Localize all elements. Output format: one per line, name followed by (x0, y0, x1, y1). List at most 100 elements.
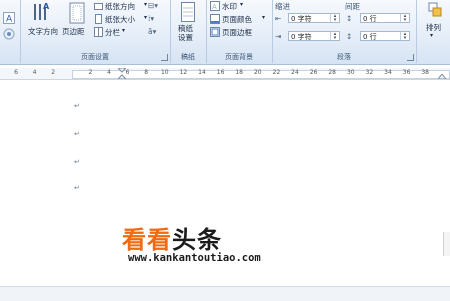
indent-left-value: 0 字符 (291, 15, 312, 23)
page-color-button[interactable]: 页面颜色 ▾ (210, 14, 270, 25)
columns-icon (94, 27, 103, 37)
breaks-icon[interactable]: ⊟▾ (148, 1, 158, 10)
scrollbar-edge[interactable] (443, 232, 450, 256)
indent-marker-icon[interactable] (118, 68, 126, 79)
watermark-icon: A (210, 1, 220, 11)
orientation-label: 纸张方向 (105, 2, 135, 11)
page-background-group-label: 页面背景 (225, 53, 253, 61)
ruler-number: 14 (198, 69, 206, 76)
spinner-arrows-icon[interactable]: ▴ ▾ (400, 14, 409, 23)
site-watermark: 看看头条 www.kankantoutiao.com (122, 226, 261, 264)
paragraph-group: 缩进 间距 ⇤ 0 字符 ▴ ▾ ⇥ 0 字符 ▴ ▾ ↕ 0 行 ▴ ▾ ↕ 0 行… (272, 0, 417, 63)
ruler-number: 32 (365, 69, 374, 76)
dialog-launcher-icon[interactable] (161, 54, 168, 61)
indent-left-icon: ⇤ (275, 14, 282, 23)
ruler-number: 18 (235, 69, 244, 76)
page-borders-icon (210, 27, 220, 37)
styles-group-partial: A (0, 0, 21, 63)
arrange-button[interactable]: 排列 ▾ (420, 2, 448, 46)
svg-text:A: A (212, 3, 217, 11)
dialog-launcher-icon[interactable] (407, 54, 414, 61)
page-setup-group: A 文字方向 页边距 纸张方向 ▾ 纸张大小 ▾ 分栏 ▾ ⊟▾ ⁞▾ ā▾ 页… (20, 0, 171, 63)
indent-left-input[interactable]: 0 字符 ▴ ▾ (288, 13, 340, 23)
status-bar-edge (0, 286, 450, 301)
spacing-before-icon: ↕ (346, 14, 353, 23)
watermark-url: www.kankantoutiao.com (128, 252, 261, 264)
line-numbers-icon[interactable]: ⁞▾ (148, 14, 154, 23)
manuscript-setup-button[interactable]: 稿纸 设置 (174, 2, 202, 46)
arrange-label: 排列 (426, 23, 441, 32)
paragraph-mark: ↵ (74, 102, 80, 110)
ruler-number: 12 (179, 69, 188, 76)
indent-right-icon: ⇥ (275, 32, 282, 41)
font-icon[interactable]: A (3, 12, 15, 24)
chevron-down-icon: ▾ (430, 32, 434, 39)
ruler-number: 22 (272, 69, 281, 76)
chevron-down-icon: ▾ (240, 1, 244, 8)
paragraph-group-label: 段落 (337, 53, 351, 61)
spinner-arrows-icon[interactable]: ▴ ▾ (330, 32, 339, 41)
horizontal-ruler[interactable]: 6 4 2 2 4 6 8 10 12 14 16 18 20 22 24 26 28 30 32 34 36 38 (0, 68, 450, 80)
text-direction-button[interactable]: A 文字方向 (26, 2, 58, 44)
page-color-icon (210, 14, 220, 24)
paragraph-mark: ↵ (74, 184, 80, 192)
ruler-number: 26 (309, 69, 318, 76)
chevron-down-icon: ▾ (262, 14, 266, 21)
ruler-number: 10 (160, 69, 169, 76)
paragraph-mark: ↵ (74, 158, 80, 166)
manuscript-group: 稿纸 设置 稿纸 (170, 0, 207, 63)
watermark-button[interactable]: A 水印 ▾ (210, 1, 270, 12)
spacing-label: 间距 (345, 2, 360, 11)
spinner-arrows-icon[interactable]: ▴ ▾ (330, 14, 339, 23)
paper-size-icon (95, 14, 102, 24)
manuscript-icon (181, 2, 195, 22)
ruler-number: 36 (402, 69, 411, 76)
spacing-after-icon: ↕ (346, 32, 353, 41)
arrange-icon (428, 2, 442, 17)
chevron-down-icon: ▾ (122, 27, 126, 34)
ruler-number: 38 (421, 69, 430, 76)
manuscript-label: 稿纸 设置 (178, 24, 193, 42)
page-borders-button[interactable]: 页面边框 (210, 27, 270, 38)
ruler-number: 24 (291, 69, 299, 76)
manuscript-group-label: 稿纸 (181, 53, 195, 61)
size-label: 纸张大小 (105, 15, 135, 24)
spacing-after-value: 0 行 (363, 33, 377, 41)
watermark-label: 水印 (222, 2, 237, 11)
indent-label: 缩进 (275, 2, 290, 11)
spacing-after-input[interactable]: 0 行 ▴ ▾ (360, 31, 410, 41)
document-page[interactable]: ↵ ↵ ↵ ↵ (0, 80, 450, 300)
watermark-title-orange: 看看 (122, 226, 172, 254)
ruler-number: 34 (384, 69, 392, 76)
theme-icon[interactable] (3, 28, 15, 40)
watermark-title: 看看头条 (122, 226, 261, 254)
margins-button[interactable]: 页边距 (62, 2, 92, 44)
page-background-group: A 水印 ▾ 页面颜色 ▾ 页面边框 页面背景 (206, 0, 273, 63)
chevron-down-icon: ▾ (144, 14, 148, 21)
ribbon: A A 文字方向 页边距 纸张方向 ▾ 纸张大小 ▾ 分栏 ▾ ⊟▾ ⁞▾ ā▾… (0, 0, 450, 65)
svg-text:A: A (6, 15, 13, 25)
ruler-number: 6 (125, 69, 130, 76)
spacing-before-input[interactable]: 0 行 ▴ ▾ (360, 13, 410, 23)
columns-label: 分栏 (105, 28, 120, 37)
hyphenation-icon[interactable]: ā▾ (148, 27, 156, 36)
indent-right-input[interactable]: 0 字符 ▴ ▾ (288, 31, 340, 41)
text-direction-label: 文字方向 (28, 27, 58, 36)
watermark-title-dark: 头条 (172, 226, 222, 254)
ruler-number: 6 (14, 69, 18, 76)
indent-right-value: 0 字符 (291, 33, 312, 41)
orientation-icon (94, 3, 103, 10)
margins-label: 页边距 (62, 27, 85, 36)
chevron-down-icon: ▾ (144, 1, 148, 8)
ruler-number: 4 (32, 69, 37, 76)
arrange-group: 排列 ▾ (416, 0, 450, 63)
ruler-number: 28 (328, 69, 337, 76)
right-indent-marker-icon[interactable] (438, 74, 446, 79)
spinner-arrows-icon[interactable]: ▴ ▾ (400, 32, 409, 41)
size-button[interactable]: 纸张大小 ▾ (94, 14, 166, 25)
paragraph-mark: ↵ (74, 130, 80, 138)
ruler-number: 30 (346, 69, 355, 76)
spacing-before-value: 0 行 (363, 15, 377, 23)
text-direction-icon: A (34, 2, 50, 20)
ruler-number: 2 (88, 69, 93, 76)
